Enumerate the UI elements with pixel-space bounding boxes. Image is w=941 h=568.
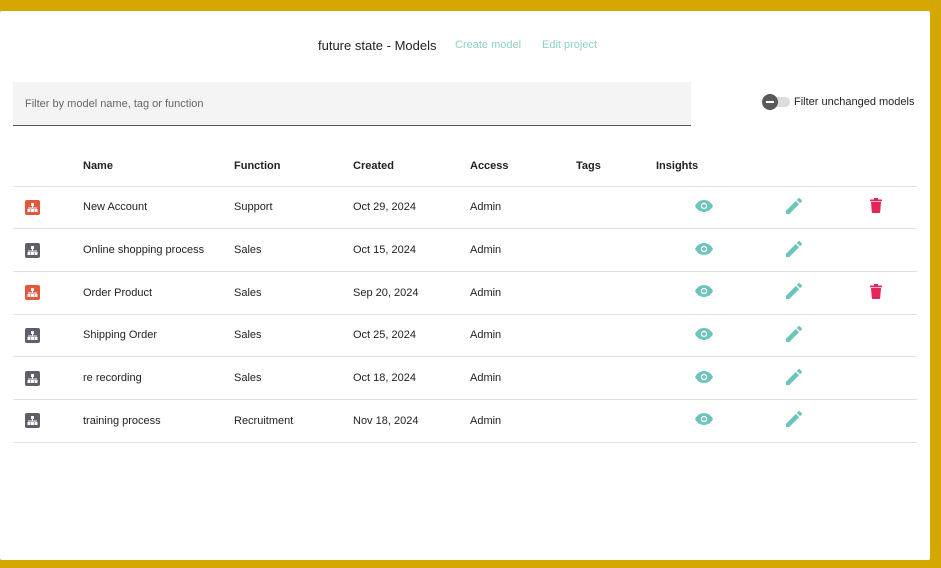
pencil-icon[interactable] [785,411,802,430]
cell-name[interactable]: Shipping Order [83,314,234,358]
table-row[interactable]: Online shopping process Sales Oct 15, 20… [13,228,917,272]
table-row[interactable]: re recording Sales Oct 18, 2024 Admin [13,356,917,400]
cell-tags [576,186,656,230]
cell-created: Oct 29, 2024 [353,186,470,230]
page-title: future state - Models [318,38,437,53]
column-header-tags[interactable]: Tags [576,146,656,187]
toggle-label: Filter unchanged models [794,96,915,108]
filter-unchanged-toggle[interactable]: Filter unchanged models [762,94,914,110]
toggle-knob-icon [762,94,778,110]
table-row[interactable]: New Account Support Oct 29, 2024 Admin [13,186,917,230]
eye-icon[interactable] [695,413,713,428]
column-header-insights: Insights [656,146,752,187]
cell-created: Oct 25, 2024 [353,314,470,358]
trash-icon[interactable] [870,283,882,302]
cell-created: Oct 15, 2024 [353,228,470,272]
cell-created: Oct 18, 2024 [353,356,470,400]
cell-function: Sales [234,356,353,400]
cell-tags [576,228,656,272]
eye-icon[interactable] [695,199,713,215]
cell-name[interactable]: training process [83,399,234,443]
pencil-icon[interactable] [785,197,802,217]
cell-access: Admin [470,399,576,443]
eye-icon[interactable] [695,370,713,386]
hierarchy-icon[interactable] [25,242,40,258]
hierarchy-icon[interactable] [25,413,40,429]
cell-access: Admin [470,271,576,315]
cell-tags [576,314,656,358]
column-header-name[interactable]: Name [83,146,234,187]
eye-icon[interactable] [695,285,713,300]
table-row[interactable]: training process Recruitment Nov 18, 202… [13,399,917,443]
create-model-link[interactable]: Create model [455,39,521,51]
cell-function: Sales [234,271,353,315]
cell-name[interactable]: Online shopping process [83,228,234,272]
models-table: Name Function Created Access Tags Insigh… [13,146,917,443]
header: future state - Models Create model Edit … [0,38,930,58]
hierarchy-icon[interactable] [25,327,40,343]
column-header-access[interactable]: Access [470,146,576,187]
cell-name[interactable]: Order Product [83,271,234,315]
cell-access: Admin [470,228,576,272]
search-input[interactable] [13,82,691,125]
cell-tags [576,356,656,400]
cell-function: Support [234,186,353,230]
models-card: future state - Models Create model Edit … [0,11,930,560]
cell-access: Admin [470,186,576,230]
pencil-icon[interactable] [785,283,802,302]
column-header-function[interactable]: Function [234,146,353,187]
hierarchy-icon[interactable] [25,285,40,301]
eye-icon[interactable] [695,327,713,343]
column-header-icon [13,146,83,187]
column-header-created[interactable]: Created [353,146,470,187]
table-body: New Account Support Oct 29, 2024 Admin O… [13,186,917,443]
toggle-switch[interactable] [762,94,791,110]
column-header-edit [752,146,835,187]
cell-function: Sales [234,314,353,358]
pencil-icon[interactable] [785,368,802,388]
eye-icon[interactable] [695,242,713,258]
cell-created: Sep 20, 2024 [353,271,470,315]
search-field[interactable] [13,82,691,126]
cell-tags [576,271,656,315]
table-row[interactable]: Shipping Order Sales Oct 25, 2024 Admin [13,314,917,358]
trash-icon[interactable] [870,198,882,216]
cell-tags [576,399,656,443]
cell-access: Admin [470,356,576,400]
cell-created: Nov 18, 2024 [353,399,470,443]
table-row[interactable]: Order Product Sales Sep 20, 2024 Admin [13,271,917,315]
column-header-delete [835,146,917,187]
edit-project-link[interactable]: Edit project [542,39,597,51]
cell-function: Recruitment [234,399,353,443]
cell-access: Admin [470,314,576,358]
hierarchy-icon[interactable] [25,199,40,215]
table-header-row: Name Function Created Access Tags Insigh… [13,146,917,187]
pencil-icon[interactable] [785,325,802,345]
hierarchy-icon[interactable] [25,370,40,386]
pencil-icon[interactable] [785,240,802,260]
cell-name[interactable]: re recording [83,356,234,400]
cell-function: Sales [234,228,353,272]
cell-name[interactable]: New Account [83,186,234,230]
